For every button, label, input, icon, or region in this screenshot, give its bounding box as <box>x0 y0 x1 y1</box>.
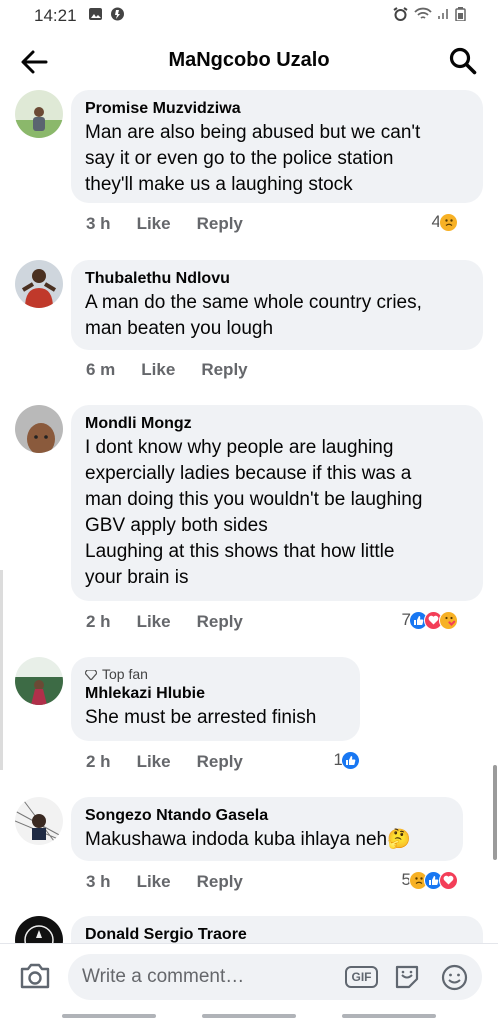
care-reaction-icon <box>439 610 458 630</box>
comment-actions: 3 h Like Reply <box>86 872 269 892</box>
avatar[interactable] <box>15 657 63 705</box>
comment-actions: 2 h Like Reply <box>86 752 269 772</box>
page-title: MaNgcobo Uzalo <box>168 49 330 71</box>
comment-bubble[interactable]: Thubalethu Ndlovu A man do the same whol… <box>71 260 483 350</box>
avatar[interactable] <box>15 405 63 453</box>
comment-input-wrapper: GIF <box>68 954 482 1000</box>
comment-text: I dont know why people are laughing expe… <box>85 437 423 588</box>
comment-time[interactable]: 3 h <box>86 872 111 891</box>
nav-indicator-center[interactable] <box>202 1014 296 1018</box>
comment-time[interactable]: 2 h <box>86 752 111 771</box>
reaction-summary[interactable]: 5 <box>402 870 458 890</box>
avatar[interactable] <box>15 797 63 845</box>
comment-author[interactable]: Promise Muzvidziwa <box>85 98 469 120</box>
nav-indicator-left[interactable] <box>62 1014 156 1018</box>
battery-icon <box>455 7 466 21</box>
comment-actions: 2 h Like Reply <box>86 612 269 632</box>
system-nav-bar <box>0 1009 498 1024</box>
app-bar: MaNgcobo Uzalo <box>0 34 498 90</box>
wifi-icon <box>414 7 432 19</box>
comment-text: Makushawa indoda kuba ihlaya neh🤔 <box>85 829 411 850</box>
reply-button[interactable]: Reply <box>197 612 243 631</box>
like-button[interactable]: Like <box>137 752 171 771</box>
comment-author[interactable]: Thubalethu Ndlovu <box>85 268 469 290</box>
comment-actions: 3 h Like Reply <box>86 214 269 234</box>
status-bar: 14:21 <box>0 0 498 34</box>
alarm-icon <box>393 7 408 21</box>
reaction-summary[interactable]: 1 <box>334 750 360 770</box>
top-fan-badge: Top fan <box>85 665 346 683</box>
status-time: 14:21 <box>34 6 77 25</box>
nav-indicator-right[interactable] <box>342 1014 436 1018</box>
gif-icon[interactable]: GIF <box>345 966 378 988</box>
comment-text: A man do the same whole country cries, m… <box>85 292 422 339</box>
reaction-summary[interactable]: 7 <box>402 610 458 630</box>
comment-time[interactable]: 3 h <box>86 214 111 233</box>
top-fan-gem-icon <box>85 670 97 680</box>
comment-time[interactable]: 2 h <box>86 612 111 631</box>
comment-text: She must be arrested finish <box>85 707 317 728</box>
comment-text: Man are also being abused but we can't s… <box>85 122 421 195</box>
avatar[interactable] <box>15 90 63 138</box>
comment-author[interactable]: Mondli Mongz <box>85 413 469 435</box>
comment-bubble[interactable]: Songezo Ntando Gasela Makushawa indoda k… <box>71 797 463 861</box>
like-button[interactable]: Like <box>137 612 171 631</box>
comment-bubble[interactable]: Mondli Mongz I dont know why people are … <box>71 405 483 601</box>
reply-button[interactable]: Reply <box>197 872 243 891</box>
like-button[interactable]: Like <box>137 872 171 891</box>
reaction-summary[interactable]: 4 <box>432 212 458 232</box>
search-icon[interactable] <box>448 46 478 76</box>
emoji-icon[interactable] <box>441 964 468 991</box>
camera-icon[interactable] <box>19 962 51 990</box>
avatar[interactable] <box>15 260 63 308</box>
like-reaction-icon <box>341 750 360 770</box>
reply-button[interactable]: Reply <box>197 752 243 771</box>
love-reaction-icon <box>439 870 458 890</box>
reply-button[interactable]: Reply <box>201 360 247 379</box>
top-fan-label: Top fan <box>102 666 148 682</box>
app-notification-icon <box>111 7 124 21</box>
like-button[interactable]: Like <box>141 360 175 379</box>
like-button[interactable]: Like <box>137 214 171 233</box>
left-edge-panel <box>0 570 3 770</box>
comment-composer: GIF <box>0 943 498 1009</box>
sad-reaction-icon <box>439 212 458 232</box>
sticker-icon[interactable] <box>394 964 420 990</box>
gallery-icon <box>89 8 102 20</box>
comment-bubble[interactable]: Promise Muzvidziwa Man are also being ab… <box>71 90 483 203</box>
comment-author[interactable]: Songezo Ntando Gasela <box>85 805 449 827</box>
signal-icon <box>438 9 448 19</box>
scrollbar[interactable] <box>493 765 497 860</box>
comment-actions: 6 m Like Reply <box>86 360 274 380</box>
comment-time[interactable]: 6 m <box>86 360 115 379</box>
reply-button[interactable]: Reply <box>197 214 243 233</box>
comment-input[interactable] <box>82 954 342 1000</box>
comment-bubble[interactable]: Top fan Mhlekazi Hlubie She must be arre… <box>71 657 360 741</box>
comment-author[interactable]: Mhlekazi Hlubie <box>85 683 346 705</box>
